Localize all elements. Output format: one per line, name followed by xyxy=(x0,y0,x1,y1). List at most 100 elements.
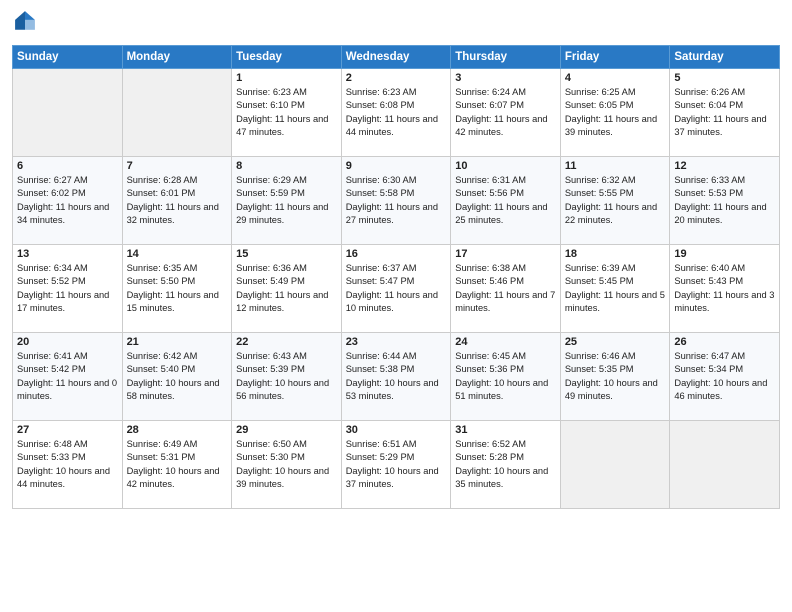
calendar-cell: 12 Sunrise: 6:33 AM Sunset: 5:53 PM Dayli… xyxy=(670,157,780,245)
calendar-cell: 8Sunrise: 6:29 AM Sunset: 5:59 PM Daylig… xyxy=(232,157,342,245)
weekday-header-monday: Monday xyxy=(122,46,232,69)
calendar-cell xyxy=(13,69,123,157)
day-info: Sunrise: 6:23 AM Sunset: 6:10 PM Dayligh… xyxy=(236,86,337,140)
day-number: 5 xyxy=(674,72,775,84)
calendar-cell: 13 Sunrise: 6:34 AM Sunset: 5:52 PM Dayli… xyxy=(13,245,123,333)
day-number: 14 xyxy=(127,248,228,260)
logo-icon xyxy=(14,10,36,32)
calendar-cell: 10 Sunrise: 6:31 AM Sunset: 5:56 PM Dayli… xyxy=(451,157,561,245)
calendar-cell: 23 Sunrise: 6:44 AM Sunset: 5:38 PM Dayli… xyxy=(341,333,451,421)
day-info: Sunrise: 6:26 AM Sunset: 6:04 PM Dayligh… xyxy=(674,86,775,140)
calendar-cell: 14 Sunrise: 6:35 AM Sunset: 5:50 PM Dayli… xyxy=(122,245,232,333)
day-number: 27 xyxy=(17,424,118,436)
day-info: Sunrise: 6:25 AM Sunset: 6:05 PM Dayligh… xyxy=(565,86,666,140)
calendar-cell xyxy=(560,421,670,509)
day-info: Sunrise: 6:28 AM Sunset: 6:01 PM Dayligh… xyxy=(127,174,228,228)
weekday-header-wednesday: Wednesday xyxy=(341,46,451,69)
day-number: 24 xyxy=(455,336,556,348)
calendar-cell: 22 Sunrise: 6:43 AM Sunset: 5:39 PM Dayli… xyxy=(232,333,342,421)
day-info: Sunrise: 6:42 AM Sunset: 5:40 PM Dayligh… xyxy=(127,350,228,404)
calendar-cell: 2 Sunrise: 6:23 AM Sunset: 6:08 PM Daylig… xyxy=(341,69,451,157)
weekday-header-saturday: Saturday xyxy=(670,46,780,69)
day-number: 16 xyxy=(346,248,447,260)
day-number: 8 xyxy=(236,160,337,172)
day-info: Sunrise: 6:24 AM Sunset: 6:07 PM Dayligh… xyxy=(455,86,556,140)
day-number: 12 xyxy=(674,160,775,172)
calendar-cell: 9 Sunrise: 6:30 AM Sunset: 5:58 PM Daylig… xyxy=(341,157,451,245)
calendar-cell: 5 Sunrise: 6:26 AM Sunset: 6:04 PM Daylig… xyxy=(670,69,780,157)
calendar-cell: 11Sunrise: 6:32 AM Sunset: 5:55 PM Dayli… xyxy=(560,157,670,245)
day-number: 2 xyxy=(346,72,447,84)
day-number: 31 xyxy=(455,424,556,436)
day-info: Sunrise: 6:31 AM Sunset: 5:56 PM Dayligh… xyxy=(455,174,556,228)
calendar-cell: 28 Sunrise: 6:49 AM Sunset: 5:31 PM Dayli… xyxy=(122,421,232,509)
calendar-cell xyxy=(122,69,232,157)
calendar-cell: 26 Sunrise: 6:47 AM Sunset: 5:34 PM Dayli… xyxy=(670,333,780,421)
day-number: 19 xyxy=(674,248,775,260)
day-number: 10 xyxy=(455,160,556,172)
day-number: 23 xyxy=(346,336,447,348)
calendar-cell: 20 Sunrise: 6:41 AM Sunset: 5:42 PM Dayli… xyxy=(13,333,123,421)
calendar-cell: 6 Sunrise: 6:27 AM Sunset: 6:02 PM Daylig… xyxy=(13,157,123,245)
day-info: Sunrise: 6:37 AM Sunset: 5:47 PM Dayligh… xyxy=(346,262,447,316)
day-number: 1 xyxy=(236,72,337,84)
day-info: Sunrise: 6:50 AM Sunset: 5:30 PM Dayligh… xyxy=(236,438,337,492)
calendar: SundayMondayTuesdayWednesdayThursdayFrid… xyxy=(12,45,780,509)
calendar-cell: 30Sunrise: 6:51 AM Sunset: 5:29 PM Dayli… xyxy=(341,421,451,509)
day-info: Sunrise: 6:36 AM Sunset: 5:49 PM Dayligh… xyxy=(236,262,337,316)
weekday-header-sunday: Sunday xyxy=(13,46,123,69)
day-number: 15 xyxy=(236,248,337,260)
day-number: 29 xyxy=(236,424,337,436)
weekday-header-thursday: Thursday xyxy=(451,46,561,69)
day-info: Sunrise: 6:47 AM Sunset: 5:34 PM Dayligh… xyxy=(674,350,775,404)
calendar-cell: 17 Sunrise: 6:38 AM Sunset: 5:46 PM Dayli… xyxy=(451,245,561,333)
day-info: Sunrise: 6:33 AM Sunset: 5:53 PM Dayligh… xyxy=(674,174,775,228)
day-info: Sunrise: 6:52 AM Sunset: 5:28 PM Dayligh… xyxy=(455,438,556,492)
day-info: Sunrise: 6:44 AM Sunset: 5:38 PM Dayligh… xyxy=(346,350,447,404)
day-number: 17 xyxy=(455,248,556,260)
day-info: Sunrise: 6:49 AM Sunset: 5:31 PM Dayligh… xyxy=(127,438,228,492)
calendar-cell: 31 Sunrise: 6:52 AM Sunset: 5:28 PM Dayli… xyxy=(451,421,561,509)
calendar-cell: 19 Sunrise: 6:40 AM Sunset: 5:43 PM Dayli… xyxy=(670,245,780,333)
day-info: Sunrise: 6:32 AM Sunset: 5:55 PM Dayligh… xyxy=(565,174,666,228)
day-info: Sunrise: 6:41 AM Sunset: 5:42 PM Dayligh… xyxy=(17,350,118,404)
day-info: Sunrise: 6:45 AM Sunset: 5:36 PM Dayligh… xyxy=(455,350,556,404)
calendar-cell: 4 Sunrise: 6:25 AM Sunset: 6:05 PM Daylig… xyxy=(560,69,670,157)
day-number: 4 xyxy=(565,72,666,84)
calendar-cell: 27 Sunrise: 6:48 AM Sunset: 5:33 PM Dayli… xyxy=(13,421,123,509)
calendar-cell: 29 Sunrise: 6:50 AM Sunset: 5:30 PM Dayli… xyxy=(232,421,342,509)
day-number: 22 xyxy=(236,336,337,348)
day-info: Sunrise: 6:27 AM Sunset: 6:02 PM Dayligh… xyxy=(17,174,118,228)
calendar-cell: 24 Sunrise: 6:45 AM Sunset: 5:36 PM Dayli… xyxy=(451,333,561,421)
calendar-cell: 7 Sunrise: 6:28 AM Sunset: 6:01 PM Daylig… xyxy=(122,157,232,245)
day-info: Sunrise: 6:38 AM Sunset: 5:46 PM Dayligh… xyxy=(455,262,556,316)
day-number: 3 xyxy=(455,72,556,84)
day-number: 9 xyxy=(346,160,447,172)
day-number: 13 xyxy=(17,248,118,260)
day-info: Sunrise: 6:46 AM Sunset: 5:35 PM Dayligh… xyxy=(565,350,666,404)
day-number: 20 xyxy=(17,336,118,348)
day-number: 30 xyxy=(346,424,447,436)
day-number: 6 xyxy=(17,160,118,172)
day-info: Sunrise: 6:35 AM Sunset: 5:50 PM Dayligh… xyxy=(127,262,228,316)
day-number: 18 xyxy=(565,248,666,260)
day-number: 25 xyxy=(565,336,666,348)
day-number: 28 xyxy=(127,424,228,436)
day-number: 7 xyxy=(127,160,228,172)
day-info: Sunrise: 6:48 AM Sunset: 5:33 PM Dayligh… xyxy=(17,438,118,492)
calendar-cell: 15 Sunrise: 6:36 AM Sunset: 5:49 PM Dayli… xyxy=(232,245,342,333)
day-info: Sunrise: 6:43 AM Sunset: 5:39 PM Dayligh… xyxy=(236,350,337,404)
day-info: Sunrise: 6:40 AM Sunset: 5:43 PM Dayligh… xyxy=(674,262,775,316)
day-info: Sunrise: 6:34 AM Sunset: 5:52 PM Dayligh… xyxy=(17,262,118,316)
weekday-header-friday: Friday xyxy=(560,46,670,69)
calendar-cell: 18 Sunrise: 6:39 AM Sunset: 5:45 PM Dayli… xyxy=(560,245,670,333)
day-info: Sunrise: 6:39 AM Sunset: 5:45 PM Dayligh… xyxy=(565,262,666,316)
day-info: Sunrise: 6:23 AM Sunset: 6:08 PM Dayligh… xyxy=(346,86,447,140)
calendar-cell: 3 Sunrise: 6:24 AM Sunset: 6:07 PM Daylig… xyxy=(451,69,561,157)
calendar-cell: 25 Sunrise: 6:46 AM Sunset: 5:35 PM Dayli… xyxy=(560,333,670,421)
day-number: 21 xyxy=(127,336,228,348)
calendar-cell: 21 Sunrise: 6:42 AM Sunset: 5:40 PM Dayli… xyxy=(122,333,232,421)
day-info: Sunrise: 6:30 AM Sunset: 5:58 PM Dayligh… xyxy=(346,174,447,228)
day-number: 26 xyxy=(674,336,775,348)
calendar-cell xyxy=(670,421,780,509)
